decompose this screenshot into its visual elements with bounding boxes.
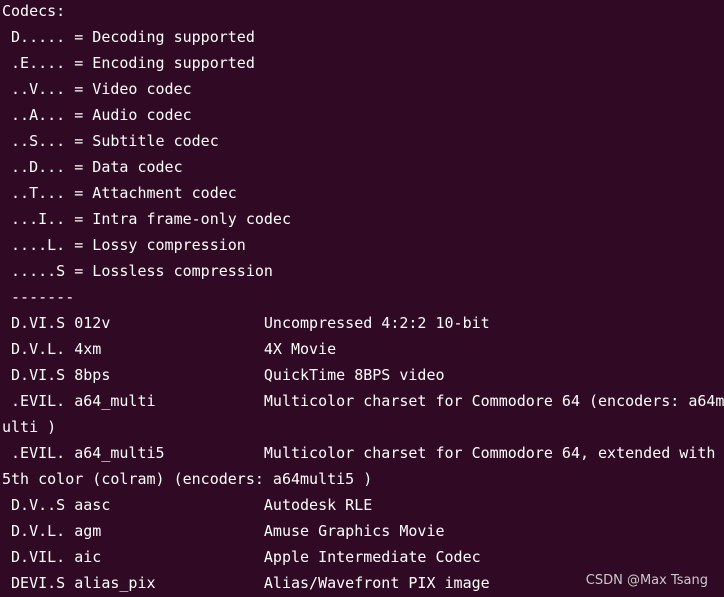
terminal-line: .EVIL. a64_multi Multicolor charset for … (2, 392, 724, 410)
terminal-line: ..A... = Audio codec (2, 106, 192, 124)
terminal-line: D.VIL. aic Apple Intermediate Codec (2, 548, 481, 566)
terminal-line: .E.... = Encoding supported (2, 54, 255, 72)
terminal-line: D.V..S aasc Autodesk RLE (2, 496, 373, 514)
terminal-line: ..T... = Attachment codec (2, 184, 237, 202)
terminal-line: D.VI.S 012v Uncompressed 4:2:2 10-bit (2, 314, 490, 332)
terminal-line: Codecs: (2, 2, 66, 20)
terminal-line: 5th color (colram) (encoders: a64multi5 … (2, 470, 373, 488)
terminal-line: .EVIL. a64_multi5 Multicolor charset for… (2, 444, 716, 462)
terminal-line: ..V... = Video codec (2, 80, 192, 98)
terminal-line: ..D... = Data codec (2, 158, 183, 176)
terminal-line: D.VI.S 8bps QuickTime 8BPS video (2, 366, 445, 384)
terminal-line: ------- (2, 288, 75, 306)
terminal-line: .....S = Lossless compression (2, 262, 273, 280)
terminal-line: ...I.. = Intra frame-only codec (2, 210, 291, 228)
terminal-line: ..S... = Subtitle codec (2, 132, 219, 150)
csdn-watermark: CSDN @Max Tsang (585, 573, 708, 588)
terminal-line: ....L. = Lossy compression (2, 236, 246, 254)
terminal-line: D..... = Decoding supported (2, 28, 255, 46)
terminal-output[interactable]: Codecs: D..... = Decoding supported .E..… (0, 0, 724, 597)
terminal-line: D.V.L. agm Amuse Graphics Movie (2, 522, 445, 540)
terminal-line: DEVI.S alias_pix Alias/Wavefront PIX ima… (2, 574, 490, 592)
terminal-line: D.V.L. 4xm 4X Movie (2, 340, 337, 358)
terminal-line: ulti ) (2, 418, 57, 436)
